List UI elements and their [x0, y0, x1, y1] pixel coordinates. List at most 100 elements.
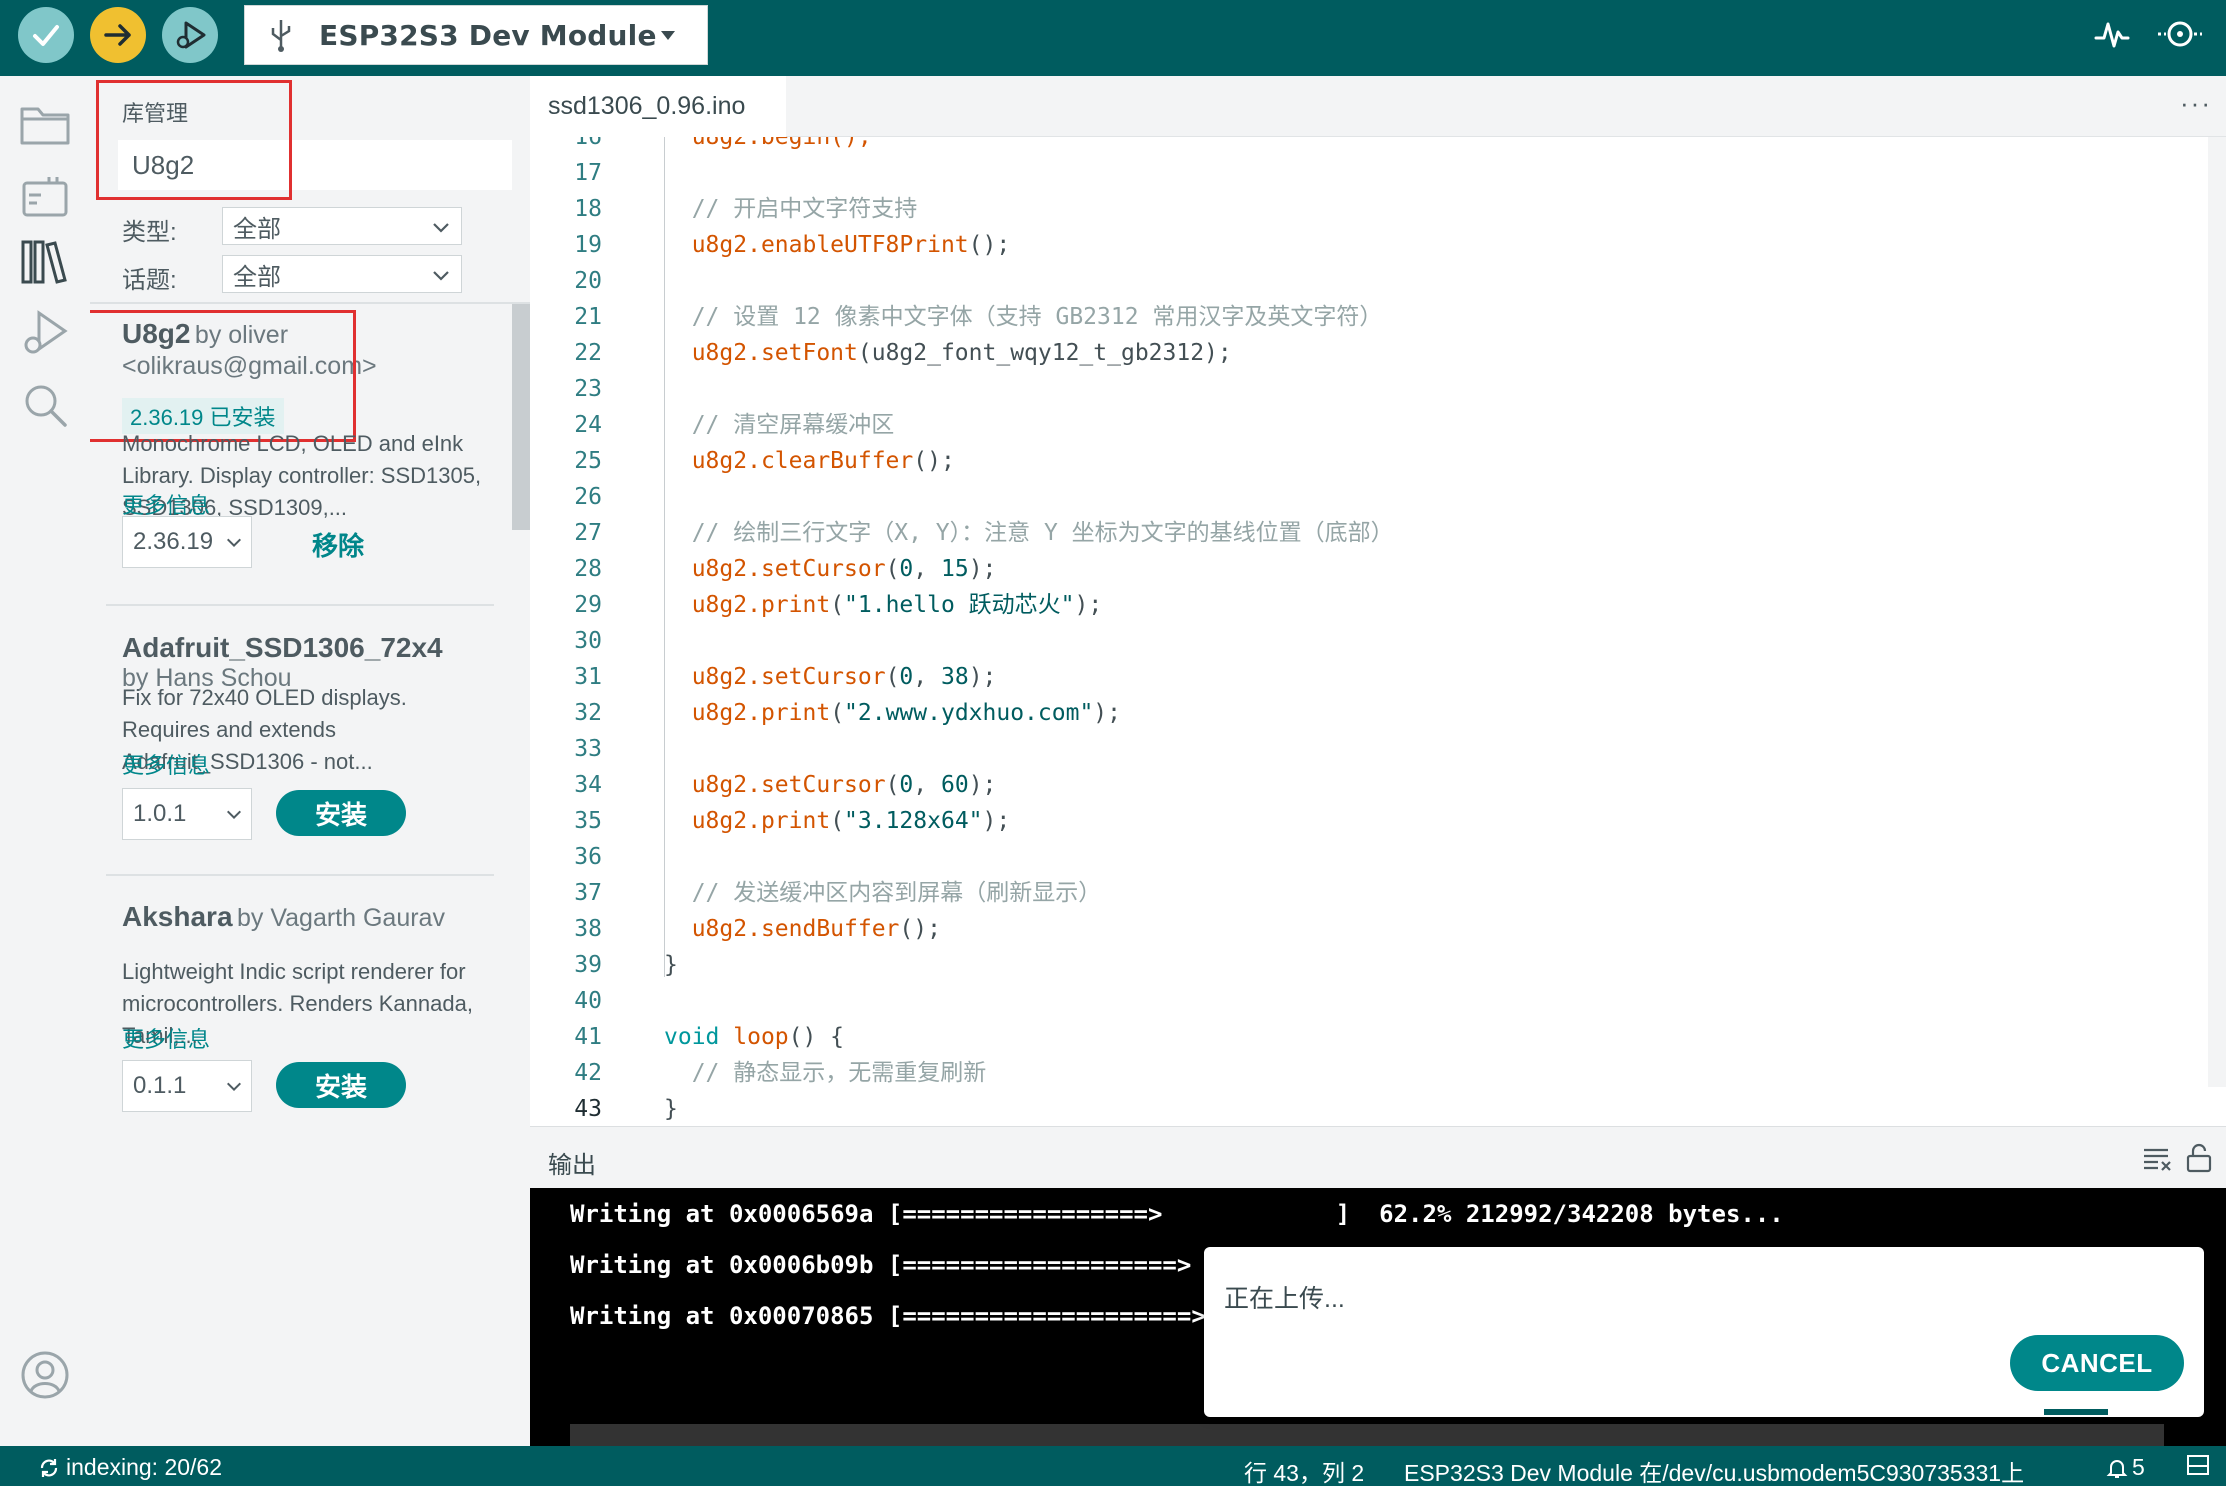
code-text: // 静态显示，无需重复刷新 [664, 1055, 987, 1091]
chevron-down-icon [433, 271, 449, 281]
code-token: (); [913, 448, 955, 474]
line-number: 28 [574, 556, 602, 582]
serial-plotter-button[interactable] [2092, 14, 2132, 59]
line-number: 23 [574, 376, 602, 402]
filter-topic-select[interactable]: 全部 [222, 255, 462, 293]
code-token: u8g2.begin(); [664, 137, 872, 150]
filter-type-label: 类型: [122, 219, 177, 246]
board-port-status[interactable]: ESP32S3 Dev Module 在/dev/cu.usbmodem5C93… [1404, 1454, 2024, 1488]
chevron-down-icon [226, 1082, 242, 1092]
debug-play-icon [176, 21, 206, 49]
code-token: , [913, 556, 941, 582]
divider [106, 874, 494, 876]
more-actions-button[interactable]: ··· [2180, 88, 2212, 119]
version-select[interactable]: 2.36.19 [122, 516, 252, 568]
line-number: 29 [574, 592, 602, 618]
code-line: 18 // 开启中文字符支持 [530, 191, 2220, 227]
more-info-link[interactable]: 更多信息 [122, 748, 482, 780]
code-line: 43} [530, 1091, 2220, 1127]
editor-scrollbar[interactable] [2208, 137, 2226, 1087]
panel-toggle-button[interactable] [2186, 1454, 2210, 1482]
serial-monitor-button[interactable] [2156, 14, 2204, 59]
code-token: u8g2. [664, 664, 761, 690]
line-number: 33 [574, 736, 602, 762]
code-token: clearBuffer [760, 448, 914, 474]
remove-button[interactable]: 移除 [312, 526, 364, 563]
code-token: ); [968, 556, 997, 582]
library-email: <olikraus@gmail.com> [122, 352, 377, 380]
verify-button[interactable] [18, 7, 74, 63]
code-token: loop [733, 1024, 789, 1050]
line-number: 43 [574, 1096, 602, 1122]
code-token: print [760, 808, 831, 834]
notifications[interactable]: 5 [2106, 1454, 2145, 1481]
output-scrollbar[interactable] [570, 1424, 2164, 1446]
code-token: 0 [899, 772, 914, 798]
code-line: 22 u8g2.setFont(u8g2_font_wqy12_t_gb2312… [530, 335, 2220, 371]
cancel-button[interactable]: CANCEL [2010, 1335, 2184, 1391]
install-button[interactable]: 安装 [276, 1062, 406, 1108]
code-token: } [664, 1096, 678, 1122]
line-number: 26 [574, 484, 602, 510]
cursor-position[interactable]: 行 43，列 2 [1244, 1454, 1364, 1488]
code-text: // 清空屏幕缓冲区 [664, 407, 895, 443]
library-scrollbar[interactable] [512, 304, 530, 530]
line-number: 19 [574, 232, 602, 258]
line-number: 39 [574, 952, 602, 978]
library-manager-button[interactable] [16, 232, 74, 290]
scroll-lock-button[interactable] [2185, 1143, 2213, 1178]
code-token: 60 [940, 772, 969, 798]
version-select[interactable]: 0.1.1 [122, 1060, 252, 1112]
upload-progress-dialog: 正在上传... CANCEL [1204, 1247, 2204, 1417]
debug-button[interactable] [162, 7, 218, 63]
version-value: 0.1.1 [133, 1072, 187, 1099]
line-number: 16 [574, 137, 602, 150]
chevron-down-icon [226, 810, 242, 820]
indexing-status: indexing: 20/62 [38, 1454, 222, 1481]
library-item-u8g2: U8g2 by oliver <olikraus@gmail.com> [122, 318, 482, 381]
line-number: 21 [574, 304, 602, 330]
library-manager-panel: 库管理 类型: 全部 话题: 全部 U8g2 by oliver <olikra… [90, 76, 530, 1446]
library-search-input[interactable] [118, 140, 512, 190]
upload-button[interactable] [90, 7, 146, 63]
version-select[interactable]: 1.0.1 [122, 788, 252, 840]
library-icon [21, 240, 67, 284]
more-info-link[interactable]: 更多信息 [122, 1022, 482, 1054]
code-text: u8g2.setCursor(0, 38); [664, 659, 997, 695]
code-line: 36 [530, 839, 2220, 875]
code-line: 41 void loop() { [530, 1019, 2220, 1055]
code-token: setCursor [760, 664, 886, 690]
account-button[interactable] [16, 1346, 74, 1404]
code-line: 32 u8g2.print("2.www.ydxhuo.com"); [530, 695, 2220, 731]
code-line: 29 u8g2.print("1.hello 跃动芯火"); [530, 587, 2220, 623]
code-token: setFont [760, 340, 858, 366]
filter-type-value: 全部 [233, 215, 281, 243]
panel-title: 库管理 [122, 101, 189, 126]
code-line: 26 [530, 479, 2220, 515]
debug-panel-button[interactable] [16, 304, 74, 362]
code-token: setCursor [760, 556, 886, 582]
filter-type-select[interactable]: 全部 [222, 207, 462, 245]
code-text: u8g2.enableUTF8Print(); [664, 227, 1011, 263]
line-number: 18 [574, 196, 602, 222]
clear-output-button[interactable] [2142, 1145, 2174, 1178]
sketchbook-button[interactable] [16, 96, 74, 154]
code-token: u8g2. [664, 916, 761, 942]
code-token: u8g2. [664, 556, 761, 582]
usb-icon [271, 20, 291, 52]
board-name: ESP32S3 Dev Module [319, 18, 657, 52]
code-token: "1.hello 跃动芯火" [844, 592, 1075, 618]
code-token: // 绘制三行文字（X, Y）：注意 Y 坐标为文字的基线位置（底部） [664, 520, 1394, 546]
top-toolbar: ESP32S3 Dev Module [0, 0, 2226, 76]
clear-list-icon [2144, 1148, 2171, 1171]
tab-sketch-file[interactable]: ssd1306_0.96.ino [530, 76, 786, 137]
code-line: 16 u8g2.begin(); [530, 137, 2220, 155]
code-text: u8g2.sendBuffer(); [664, 911, 941, 947]
code-line: 42 // 静态显示，无需重复刷新 [530, 1055, 2220, 1091]
install-button[interactable]: 安装 [276, 790, 406, 836]
code-token: ); [982, 808, 1011, 834]
boards-manager-button[interactable] [16, 168, 74, 226]
search-button[interactable] [16, 376, 74, 434]
board-selector[interactable]: ESP32S3 Dev Module [244, 5, 708, 65]
code-editor[interactable]: 16 u8g2.begin(); 17 18 // 开启中文字符支持 19 u8g2.… [530, 137, 2226, 1147]
